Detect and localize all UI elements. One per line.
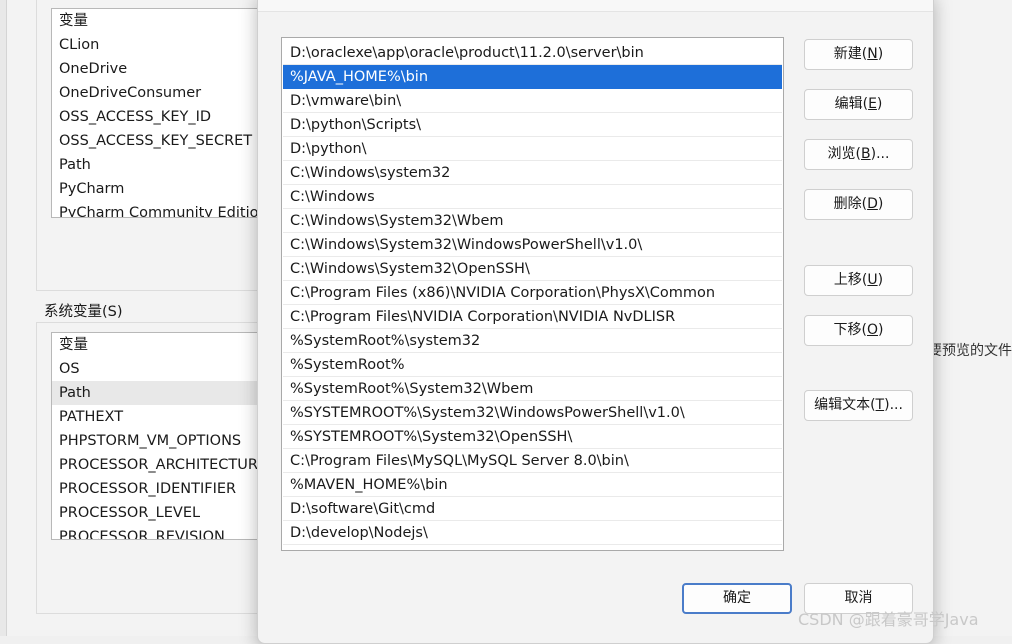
list-item[interactable]: OneDrive [52,57,282,81]
edit-text-button-key: T [875,397,885,413]
move-up-button-end: ) [877,272,884,288]
path-entry-selected[interactable]: %JAVA_HOME%\bin [283,65,782,89]
delete-button-end: ) [877,196,884,212]
path-entries-list[interactable]: D:\oraclexe\app\oracle\product\11.2.0\se… [281,37,784,551]
edit-text-button-text: 编辑文本( [814,397,876,413]
path-entry[interactable]: C:\Windows\System32\OpenSSH\ [283,257,782,281]
list-item[interactable]: CLion [52,33,282,57]
path-entry[interactable]: %SystemRoot% [283,353,782,377]
new-button[interactable]: 新建(N) [804,39,913,70]
path-entry[interactable]: C:\Program Files\MySQL\MySQL Server 8.0\… [283,449,782,473]
move-down-button-key: O [866,322,879,338]
move-up-button[interactable]: 上移(U) [804,265,913,296]
move-up-button-key: U [867,272,878,288]
path-entry[interactable]: D:\python\ [283,137,782,161]
background-side-text: 要预览的文件 [928,343,1012,359]
path-entry[interactable]: D:\develop\Nodejs\ [283,521,782,545]
path-entry[interactable]: D:\software\Git\cmd [283,497,782,521]
move-down-button[interactable]: 下移(O) [804,315,913,346]
path-entry[interactable]: C:\Windows\system32 [283,161,782,185]
dialog-title-bar [258,0,933,12]
edit-button-end: ) [876,96,883,112]
list-item[interactable]: OS [52,357,282,381]
edit-path-dialog: D:\oraclexe\app\oracle\product\11.2.0\se… [257,0,934,644]
list-item[interactable]: PyCharm Community Edition [52,201,282,217]
path-entry[interactable]: C:\Windows\System32\WindowsPowerShell\v1… [283,233,782,257]
path-entry[interactable]: C:\Windows [283,185,782,209]
path-entry[interactable]: %MAVEN_HOME%\bin [283,473,782,497]
browse-button-end: )... [870,146,890,162]
list-item[interactable]: PROCESSOR_LEVEL [52,501,282,525]
list-item[interactable]: PyCharm [52,177,282,201]
browse-button-text: 浏览( [827,146,862,162]
path-entry[interactable]: C:\Program Files\NVIDIA Corporation\NVID… [283,305,782,329]
move-down-button-text: 下移( [833,322,867,338]
browse-button-key: B [861,146,871,162]
path-entry[interactable]: D:\python\Scripts\ [283,113,782,137]
list-item-selected[interactable]: Path [52,381,282,405]
system-variables-label: 系统变量(S) [44,304,123,320]
user-variables-list[interactable]: 变量 CLion OneDrive OneDriveConsumer OSS_A… [51,8,283,218]
path-entry[interactable]: D:\vmware\bin\ [283,89,782,113]
path-entry[interactable]: %SYSTEMROOT%\System32\WindowsPowerShell\… [283,401,782,425]
list-item[interactable]: PROCESSOR_REVISION [52,525,282,539]
edit-button[interactable]: 编辑(E) [804,89,913,120]
list-item[interactable]: PROCESSOR_IDENTIFIER [52,477,282,501]
edit-button-key: E [868,96,877,112]
edit-button-text: 编辑( [834,96,869,112]
new-button-end: ) [877,46,884,62]
delete-button[interactable]: 删除(D) [804,189,913,220]
new-button-text: 新建( [833,46,868,62]
delete-button-key: D [867,196,878,212]
user-vars-column-header[interactable]: 变量 [52,9,282,33]
system-variables-list[interactable]: 变量 OS Path PATHEXT PHPSTORM_VM_OPTIONS P… [51,332,283,540]
path-entry[interactable]: %SystemRoot%\system32 [283,329,782,353]
move-down-button-end: ) [878,322,884,338]
list-item[interactable]: OneDriveConsumer [52,81,282,105]
edit-text-button-end: )... [884,397,903,413]
list-item[interactable]: Path [52,153,282,177]
new-button-key: N [867,46,878,62]
list-item[interactable]: PROCESSOR_ARCHITECTURE [52,453,282,477]
ok-button[interactable]: 确定 [682,583,792,614]
list-item[interactable]: PHPSTORM_VM_OPTIONS [52,429,282,453]
browse-button[interactable]: 浏览(B)... [804,139,913,170]
path-entry[interactable]: C:\Program Files (x86)\NVIDIA Corporatio… [283,281,782,305]
path-entry[interactable]: %SYSTEMROOT%\System32\OpenSSH\ [283,425,782,449]
list-item[interactable]: PATHEXT [52,405,282,429]
window-left-edge [0,0,7,636]
path-entry[interactable]: C:\Windows\System32\Wbem [283,209,782,233]
path-entry[interactable]: %SystemRoot%\System32\Wbem [283,377,782,401]
edit-text-button[interactable]: 编辑文本(T)... [804,390,913,421]
move-up-button-text: 上移( [833,272,868,288]
system-vars-column-header[interactable]: 变量 [52,333,282,357]
path-entry[interactable]: D:\oraclexe\app\oracle\product\11.2.0\se… [283,41,782,65]
csdn-watermark: CSDN @跟着豪哥学Java [798,610,979,629]
list-item[interactable]: OSS_ACCESS_KEY_ID [52,105,282,129]
delete-button-text: 删除( [833,196,868,212]
list-item[interactable]: OSS_ACCESS_KEY_SECRET [52,129,282,153]
